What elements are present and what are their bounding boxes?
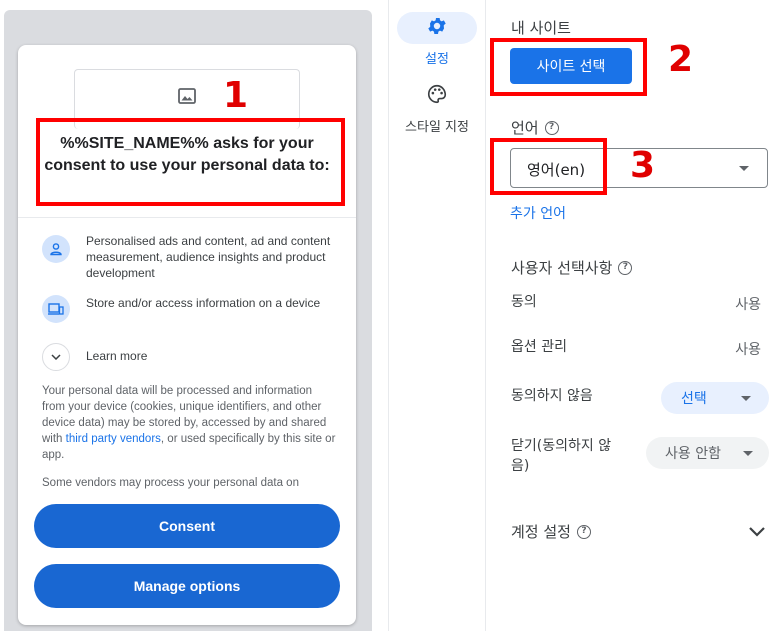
nav-item-pill — [397, 80, 477, 112]
nav-item-label: 설정 — [425, 52, 449, 67]
annotation-number-3: 3 — [630, 145, 656, 186]
do-not-consent-label: 동의하지 않음 — [511, 388, 593, 404]
account-settings-label-text: 계정 설정 — [511, 523, 571, 541]
user-choices-label: 사용자 선택사항 ? — [511, 257, 633, 278]
help-icon[interactable]: ? — [618, 260, 633, 275]
annotation-number-1: 1 — [223, 75, 249, 116]
palette-icon — [426, 83, 448, 109]
help-icon[interactable]: ? — [576, 524, 591, 539]
account-settings-label[interactable]: 계정 설정 ? — [511, 521, 591, 542]
annotation-number-2: 2 — [668, 39, 694, 80]
third-party-vendors-link[interactable]: third party vendors — [66, 433, 161, 445]
learn-more-label: Learn more — [86, 349, 148, 363]
close-select[interactable]: 사용 안함 — [646, 437, 769, 469]
annotation-box-1 — [36, 118, 345, 206]
purpose-text: Store and/or access information on a dev… — [86, 296, 321, 310]
consent-button[interactable]: Consent — [34, 504, 340, 548]
dropdown-arrow-icon — [741, 396, 751, 401]
close-value: 사용 안함 — [665, 446, 721, 462]
person-icon — [42, 235, 70, 263]
consent-row-value: 사용 — [735, 297, 761, 313]
chevron-down-icon[interactable] — [748, 523, 766, 542]
do-not-consent-value: 선택 — [681, 391, 707, 407]
dropdown-arrow-icon — [743, 451, 753, 456]
divider — [485, 0, 486, 631]
manage-options-button[interactable]: Manage options — [34, 564, 340, 608]
chevron-down-icon — [42, 343, 70, 371]
devices-icon — [42, 295, 70, 323]
manage-options-row-value: 사용 — [735, 342, 761, 358]
annotation-box-2 — [490, 38, 647, 96]
nav-item-settings[interactable]: 설정 — [392, 12, 482, 67]
nav-item-pill — [397, 12, 477, 44]
purpose-text: Personalised ads and content, ad and con… — [86, 234, 331, 280]
my-site-label-text: 내 사이트 — [511, 19, 571, 37]
nav-item-label: 스타일 지정 — [405, 120, 469, 135]
add-language-link[interactable]: 추가 언어 — [510, 203, 566, 223]
language-label: 언어 ? — [511, 117, 559, 138]
annotation-box-3 — [490, 138, 607, 195]
learn-more[interactable]: Learn more — [42, 343, 242, 371]
close-label-line2: 음) — [511, 458, 530, 474]
dropdown-arrow-icon — [739, 166, 749, 171]
nav-item-styling[interactable]: 스타일 지정 — [392, 80, 482, 135]
divider — [18, 217, 356, 218]
close-label-line1: 닫기(동의하지 않 — [511, 438, 612, 454]
do-not-consent-select[interactable]: 선택 — [661, 382, 769, 414]
consent-body-text-more: Some vendors may process your personal d… — [42, 477, 299, 489]
consent-body-text: Your personal data will be processed and… — [42, 383, 338, 463]
my-site-label: 내 사이트 — [511, 17, 571, 38]
help-icon[interactable]: ? — [544, 120, 559, 135]
divider — [388, 0, 389, 631]
consent-row-label: 동의 — [511, 294, 537, 310]
close-row-label: 닫기(동의하지 않 음) — [511, 436, 611, 476]
language-label-text: 언어 — [511, 119, 539, 137]
image-icon — [177, 86, 197, 110]
manage-options-row-label: 옵션 관리 — [511, 339, 567, 355]
gear-icon — [426, 15, 448, 41]
user-choices-label-text: 사용자 선택사항 — [511, 259, 613, 277]
